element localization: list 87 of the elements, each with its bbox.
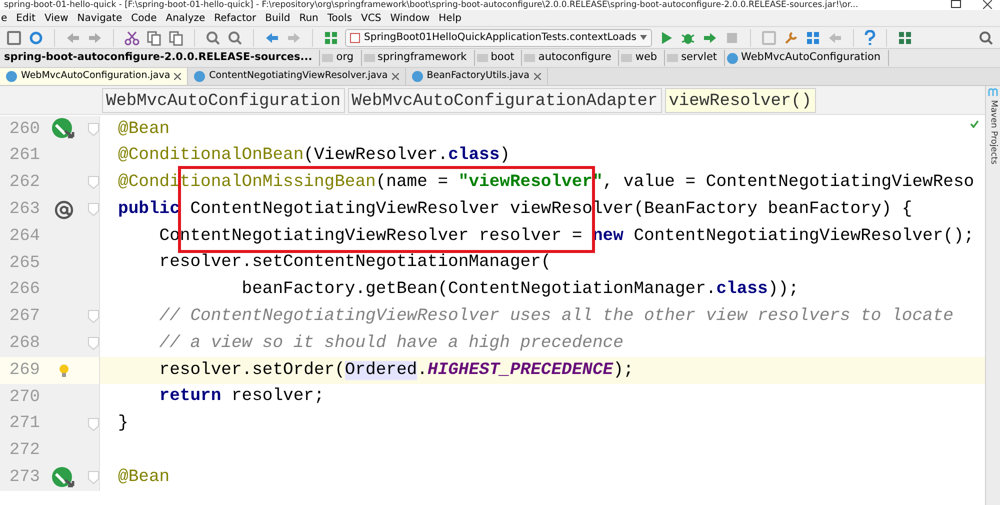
menu-item[interactable]: Navigate bbox=[77, 10, 122, 26]
folder-icon bbox=[364, 54, 374, 62]
code-line: // a view so it should have a high precedence bbox=[158, 332, 624, 355]
breadcrumb-item[interactable]: springframework bbox=[364, 50, 475, 66]
maven-projects-tab[interactable]: Maven Projects bbox=[986, 100, 1000, 164]
structure-crumb[interactable]: WebMvcAutoConfigurationAdapter bbox=[348, 88, 662, 112]
breadcrumb-item[interactable]: WebMvcAutoConfiguration bbox=[727, 50, 889, 66]
line-number: 270 bbox=[8, 386, 40, 409]
fold-marker-icon[interactable] bbox=[88, 418, 99, 431]
folder-icon bbox=[322, 54, 334, 62]
breadcrumb-item[interactable]: servlet bbox=[667, 50, 726, 66]
editor-tab[interactable]: WebMvcAutoConfiguration.java bbox=[0, 68, 188, 85]
menu-item[interactable]: Window bbox=[390, 10, 430, 26]
menu-item[interactable]: Tools bbox=[327, 10, 352, 26]
folder-icon bbox=[667, 54, 678, 62]
bean-icon[interactable] bbox=[51, 466, 77, 490]
menu-item[interactable]: e bbox=[1, 10, 8, 26]
fold-marker-icon[interactable] bbox=[88, 176, 99, 190]
annotation-icon[interactable] bbox=[54, 200, 74, 220]
line-number: 264 bbox=[8, 226, 40, 248]
code-line: @Bean bbox=[118, 466, 170, 489]
menu-item[interactable]: View bbox=[44, 10, 68, 26]
menu-item[interactable]: Refactor bbox=[214, 10, 256, 26]
settings-icon[interactable] bbox=[783, 30, 800, 46]
menu-item[interactable]: Build bbox=[265, 10, 290, 26]
line-number: 265 bbox=[8, 252, 40, 275]
folder-icon bbox=[621, 54, 632, 62]
window-title: spring-boot-01-hello-quick - [F:\spring-boot-01-hello-quick] - F:\repository\org\springframework\boot\spring-boot-autoconfigure\2.0.0.RELEASE\spring-boot-autoconfigure-2.0.0.RELEASE-sources.jar!\or... bbox=[3, 0, 858, 10]
save-icon[interactable] bbox=[6, 30, 22, 46]
breadcrumb-item[interactable]: org bbox=[322, 50, 362, 66]
breadcrumb-item[interactable]: spring-boot-autoconfigure-2.0.0.RELEASE-sources... bbox=[4, 50, 320, 66]
line-number: 269 bbox=[8, 360, 40, 382]
structure-crumb[interactable]: viewResolver() bbox=[664, 88, 816, 112]
class-icon bbox=[412, 71, 423, 82]
breadcrumb-item[interactable]: web bbox=[621, 50, 666, 66]
breadcrumb-item[interactable]: boot bbox=[476, 50, 522, 66]
code-line: resolver.setOrder(Ordered.HIGHEST_PRECEDENCE); bbox=[158, 360, 634, 382]
menu-item[interactable]: Code bbox=[131, 10, 157, 26]
line-number: 271 bbox=[8, 413, 40, 436]
line-number: 261 bbox=[8, 145, 40, 168]
line-number: 272 bbox=[8, 440, 40, 462]
fold-marker-icon[interactable] bbox=[88, 310, 99, 324]
folder-icon bbox=[476, 54, 488, 62]
run-config-dropdown[interactable]: SpringBoot01HelloQuickApplicationTests.contextLoads bbox=[345, 28, 652, 46]
menu-item[interactable]: Edit bbox=[16, 10, 36, 26]
search-icon[interactable] bbox=[978, 30, 994, 46]
code-line: } bbox=[118, 413, 128, 436]
line-number: 268 bbox=[8, 333, 40, 356]
folder-icon bbox=[524, 54, 536, 62]
cut-icon[interactable] bbox=[124, 30, 140, 46]
caret-icon bbox=[640, 35, 648, 40]
code-line: // ContentNegotiatingViewResolver uses all the other view resolvers to locate bbox=[158, 306, 954, 328]
fold-marker-icon[interactable] bbox=[88, 337, 99, 350]
menu-item[interactable]: Analyze bbox=[166, 10, 206, 26]
line-number: 263 bbox=[8, 199, 40, 222]
lightbulb-icon[interactable] bbox=[59, 364, 69, 378]
class-icon bbox=[6, 71, 17, 82]
line-number: 262 bbox=[8, 172, 40, 194]
line-number: 267 bbox=[8, 306, 40, 328]
fold-marker-icon[interactable] bbox=[88, 203, 99, 216]
menu-item[interactable]: Help bbox=[438, 10, 462, 26]
breadcrumb-item[interactable]: autoconfigure bbox=[524, 50, 620, 66]
check-icon bbox=[970, 120, 979, 128]
code-line: @Bean bbox=[118, 118, 170, 140]
fold-marker-icon[interactable] bbox=[88, 471, 99, 484]
menu-item[interactable]: VCS bbox=[361, 10, 382, 26]
line-number: 260 bbox=[8, 118, 40, 141]
structure-crumb[interactable]: WebMvcAutoConfiguration bbox=[102, 88, 345, 112]
menu-item[interactable]: Run bbox=[299, 10, 318, 26]
fold-marker-icon[interactable] bbox=[88, 122, 99, 136]
search-icon[interactable] bbox=[205, 30, 221, 46]
close-icon[interactable] bbox=[983, 0, 992, 9]
class-icon bbox=[727, 52, 738, 64]
maven-icon bbox=[988, 88, 998, 96]
code-line: resolver.setContentNegotiationManager( bbox=[158, 252, 552, 274]
line-number: 273 bbox=[8, 467, 40, 489]
sync-icon[interactable] bbox=[28, 30, 44, 46]
maximize-icon[interactable] bbox=[951, 0, 961, 8]
help-icon[interactable] bbox=[864, 30, 876, 46]
code-line: @ConditionalOnBean(ViewResolver.class) bbox=[118, 145, 510, 168]
code-line: return resolver; bbox=[158, 386, 324, 408]
class-icon bbox=[194, 71, 206, 82]
line-number: 266 bbox=[8, 279, 40, 302]
bean-icon[interactable] bbox=[51, 117, 77, 142]
copy-icon[interactable] bbox=[146, 30, 162, 46]
close-icon[interactable] bbox=[174, 73, 182, 80]
code-line: beanFactory.getBean(ContentNegotiationManager.class)); bbox=[240, 279, 799, 302]
